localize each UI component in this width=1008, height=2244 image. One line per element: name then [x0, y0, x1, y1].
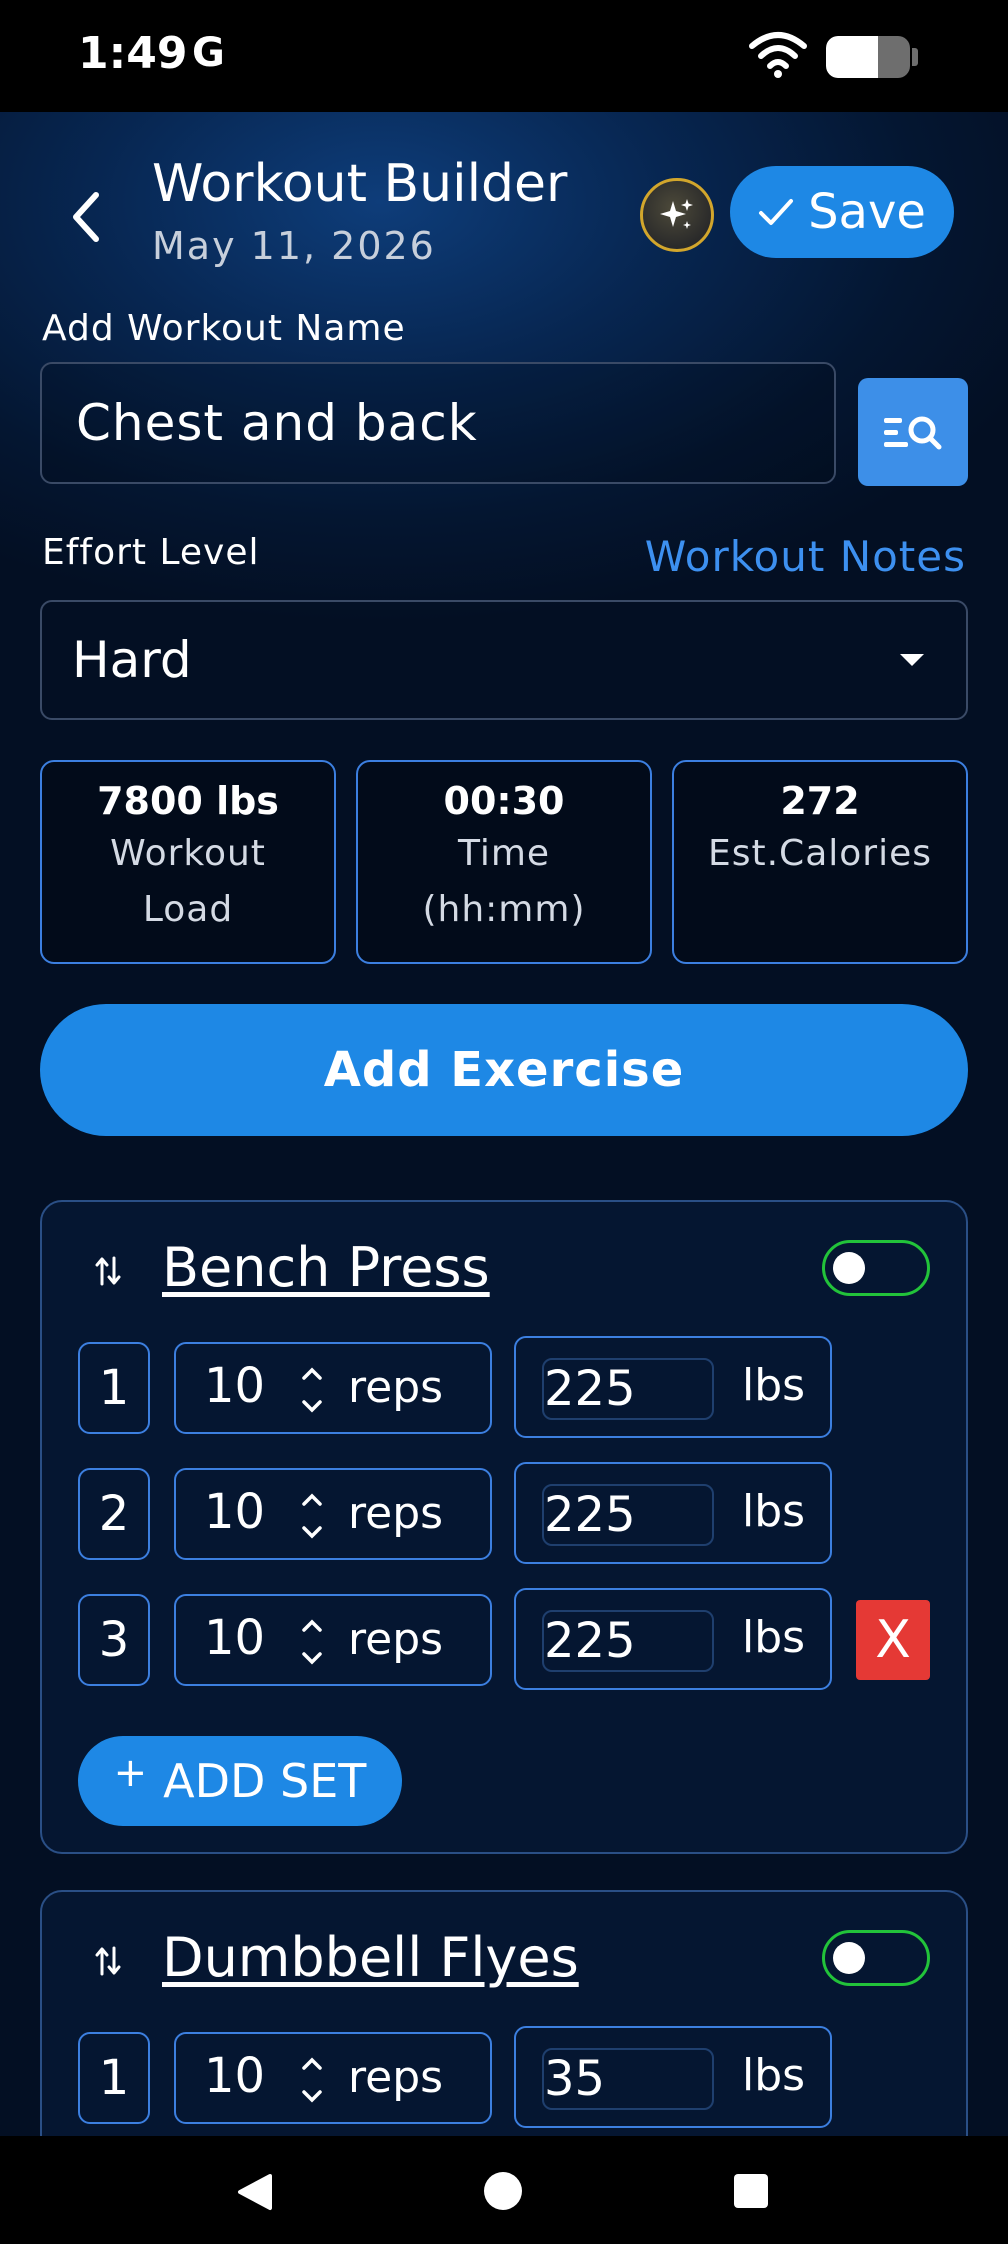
reps-value: 10	[204, 2048, 266, 2104]
toggle-knob	[833, 1942, 865, 1974]
weight-unit: lbs	[742, 2050, 806, 2101]
reps-unit: reps	[348, 2052, 444, 2103]
plus-icon: +	[113, 1750, 148, 1796]
stat-label-2: Load	[142, 889, 234, 930]
delete-set-button[interactable]: X	[856, 1600, 930, 1680]
add-set-button[interactable]: + ADD SET	[78, 1736, 402, 1826]
chevron-up-down-icon[interactable]	[294, 1482, 330, 1550]
reps-stepper[interactable]: 10 reps	[174, 2032, 492, 2124]
status-bar: 1:49 G	[0, 0, 1008, 112]
carrier-indicator: G	[192, 30, 225, 76]
reps-stepper[interactable]: 10 reps	[174, 1468, 492, 1560]
set-number: 1	[78, 1342, 150, 1434]
add-set-label: ADD SET	[163, 1754, 367, 1808]
system-nav-bar	[0, 2136, 1008, 2244]
exercise-name-link[interactable]: Bench Press	[162, 1236, 490, 1299]
exercise-toggle[interactable]	[822, 1930, 930, 1986]
weight-box: 35 lbs	[514, 2026, 832, 2128]
workout-name-label: Add Workout Name	[42, 308, 406, 349]
workout-date: May 11, 2026	[152, 224, 436, 268]
nav-home-icon[interactable]	[484, 2172, 522, 2210]
battery-tip	[912, 48, 918, 66]
battery-level	[826, 36, 879, 78]
exercise-card: Bench Press 1 10 reps 225 lbs 2 10 reps …	[40, 1200, 968, 1854]
check-icon	[759, 199, 794, 225]
chevron-left-icon	[73, 192, 99, 242]
weight-input[interactable]: 35	[542, 2048, 714, 2110]
weight-input[interactable]: 225	[542, 1484, 714, 1546]
save-button[interactable]: Save	[730, 166, 954, 258]
weight-unit: lbs	[742, 1486, 806, 1537]
set-number: 3	[78, 1594, 150, 1686]
wifi-icon	[749, 32, 807, 78]
workout-name-input[interactable]: Chest and back	[40, 362, 836, 484]
effort-level-label: Effort Level	[42, 532, 260, 573]
search-workouts-button[interactable]	[858, 378, 968, 486]
stat-label-2: (hh:mm)	[422, 889, 586, 930]
exercise-toggle[interactable]	[822, 1240, 930, 1296]
status-time: 1:49	[78, 28, 188, 79]
set-number: 1	[78, 2032, 150, 2124]
weight-input[interactable]: 225	[542, 1610, 714, 1672]
exercise-card: Dumbbell Flyes 1 10 reps 35 lbs	[40, 1890, 968, 2136]
stat-label: Est.Calories	[708, 833, 932, 874]
exercise-name-link[interactable]: Dumbbell Flyes	[162, 1926, 579, 1989]
reps-unit: reps	[348, 1362, 444, 1413]
back-button[interactable]	[56, 182, 116, 252]
add-exercise-button[interactable]: Add Exercise	[40, 1004, 968, 1136]
effort-level-select[interactable]: Hard	[40, 600, 968, 720]
nav-back-icon[interactable]	[236, 2172, 274, 2212]
reps-stepper[interactable]: 10 reps	[174, 1342, 492, 1434]
chevron-up-down-icon[interactable]	[294, 2046, 330, 2114]
reps-stepper[interactable]: 10 reps	[174, 1594, 492, 1686]
stat-value: 00:30	[443, 779, 565, 823]
weight-box: 225 lbs	[514, 1336, 832, 1438]
workout-load-stat: 7800 lbs Workout Load	[40, 760, 336, 964]
reps-unit: reps	[348, 1614, 444, 1665]
reps-value: 10	[204, 1358, 266, 1414]
chevron-up-down-icon[interactable]	[294, 1356, 330, 1424]
reps-value: 10	[204, 1610, 266, 1666]
weight-box: 225 lbs	[514, 1462, 832, 1564]
reorder-arrows-icon[interactable]	[94, 1944, 122, 1978]
stat-value: 272	[780, 779, 860, 823]
weight-input[interactable]: 225	[542, 1358, 714, 1420]
stat-value: 7800 lbs	[97, 779, 279, 823]
save-label: Save	[808, 184, 926, 240]
weight-unit: lbs	[742, 1360, 806, 1411]
chevron-up-down-icon[interactable]	[294, 1608, 330, 1676]
list-search-icon	[884, 416, 942, 450]
workout-notes-link[interactable]: Workout Notes	[645, 532, 966, 581]
stat-label: Time	[457, 833, 551, 874]
weight-box: 225 lbs	[514, 1588, 832, 1690]
calories-stat: 272 Est.Calories	[672, 760, 968, 964]
set-number: 2	[78, 1468, 150, 1560]
workout-builder-screen: Workout Builder May 11, 2026 Save Add Wo…	[0, 112, 1008, 2136]
battery-icon	[826, 36, 910, 78]
page-title: Workout Builder	[152, 154, 568, 214]
reps-unit: reps	[348, 1488, 444, 1539]
reps-value: 10	[204, 1484, 266, 1540]
weight-unit: lbs	[742, 1612, 806, 1663]
toggle-knob	[833, 1252, 865, 1284]
sparkle-icon	[660, 199, 693, 229]
time-stat: 00:30 Time (hh:mm)	[356, 760, 652, 964]
ai-assist-button[interactable]	[640, 178, 714, 252]
effort-level-value: Hard	[72, 631, 192, 689]
reorder-arrows-icon[interactable]	[94, 1254, 122, 1288]
stat-label: Workout	[110, 833, 266, 874]
nav-recents-icon[interactable]	[734, 2174, 768, 2208]
caret-down-icon	[900, 654, 924, 666]
